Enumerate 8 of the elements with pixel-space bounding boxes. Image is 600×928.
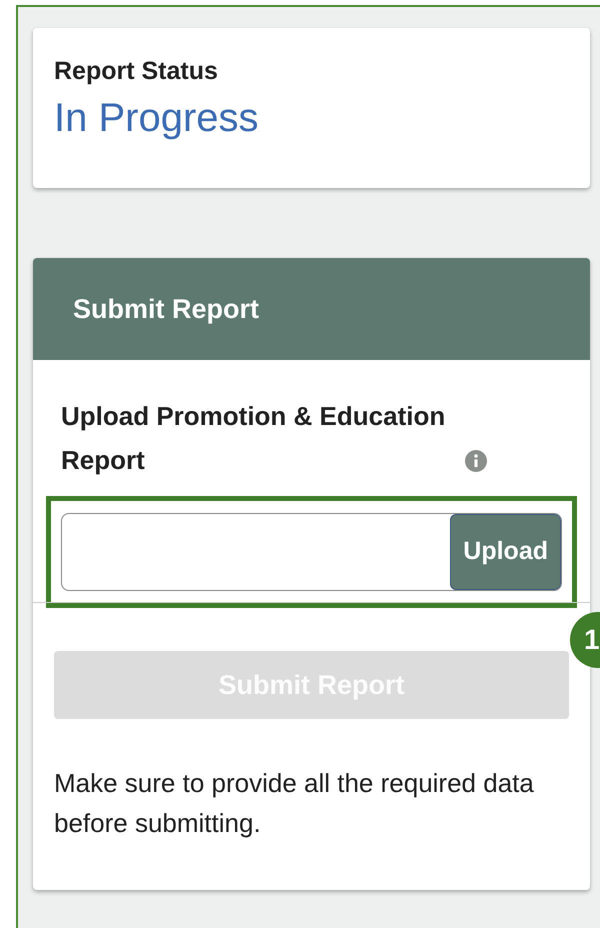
file-field[interactable]: Upload <box>61 513 562 591</box>
status-label: Report Status <box>54 56 219 87</box>
info-note: Make sure to provide all the required data before submitting. <box>54 767 535 840</box>
status-value: In Progress <box>54 95 260 142</box>
upload-button[interactable]: Upload <box>450 514 561 590</box>
upload-label: Upload Promotion & Education Report <box>61 400 446 477</box>
panel-header: Submit Report <box>33 258 590 360</box>
info-icon[interactable] <box>465 450 487 472</box>
